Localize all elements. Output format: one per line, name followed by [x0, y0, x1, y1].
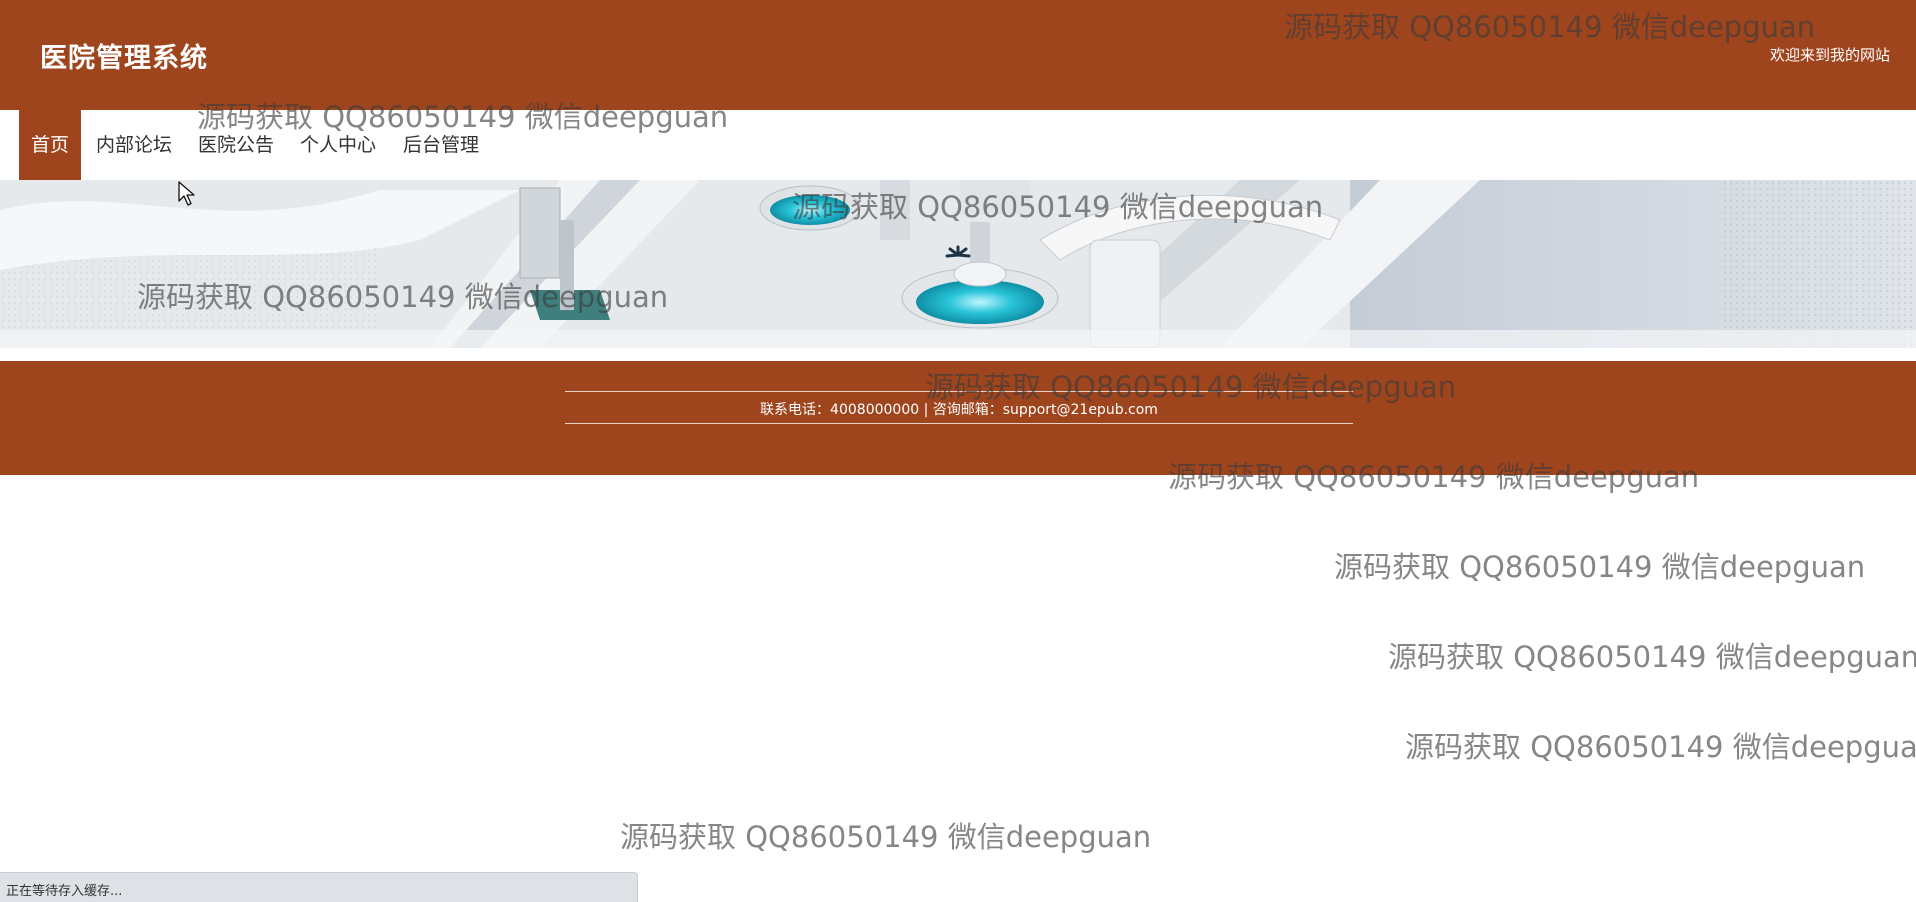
main-nav: 首页 内部论坛 医院公告 个人中心 后台管理	[0, 110, 1916, 180]
footer-divider-top	[565, 391, 1353, 392]
watermark: 源码获取 QQ86050149 微信deepguan	[1334, 550, 1866, 584]
status-text: 正在等待存入缓存...	[6, 884, 123, 899]
footer-contact: 联系电话：4008000000 | 咨询邮箱：support@21epub.co…	[760, 402, 1158, 418]
site-header: 医院管理系统 欢迎来到我的网站	[0, 0, 1916, 110]
watermark: 源码获取 QQ86050149 微信deepguan	[1405, 730, 1916, 764]
nav-item-announcements[interactable]: 医院公告	[190, 110, 282, 180]
nav-item-home[interactable]: 首页	[19, 110, 81, 180]
nav-item-admin[interactable]: 后台管理	[395, 110, 487, 180]
nav-item-personal-center[interactable]: 个人中心	[292, 110, 384, 180]
watermark: 源码获取 QQ86050149 微信deepguan	[1388, 640, 1916, 674]
site-title[interactable]: 医院管理系统	[40, 36, 208, 75]
site-footer: 联系电话：4008000000 | 咨询邮箱：support@21epub.co…	[0, 361, 1916, 475]
footer-divider-bottom	[565, 423, 1353, 424]
arrow-cursor-icon	[178, 181, 196, 211]
browser-status-bar: 正在等待存入缓存...	[0, 872, 638, 902]
welcome-text: 欢迎来到我的网站	[1769, 46, 1890, 64]
watermark: 源码获取 QQ86050149 微信deepguan	[620, 820, 1152, 854]
loading-spinner-icon	[944, 245, 972, 269]
nav-item-forum[interactable]: 内部论坛	[88, 110, 180, 180]
